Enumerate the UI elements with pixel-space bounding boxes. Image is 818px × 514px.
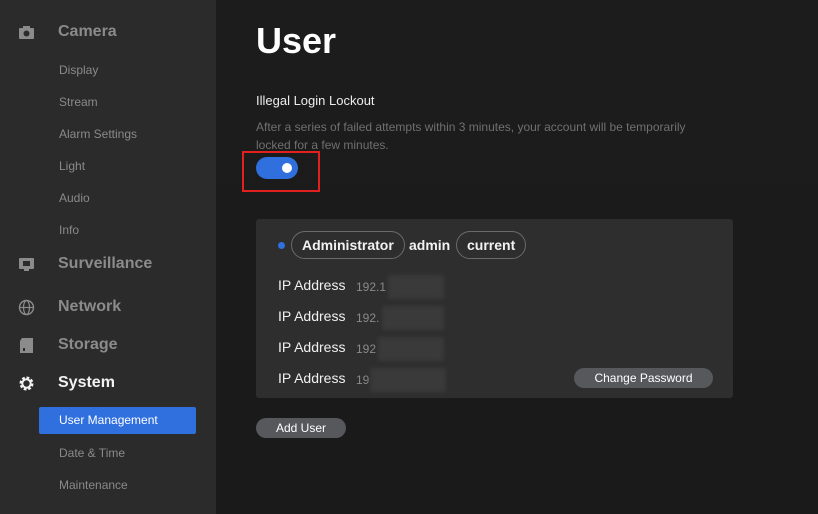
globe-icon: [18, 299, 35, 316]
sidebar-item-alarm-settings[interactable]: Alarm Settings: [59, 125, 137, 143]
sidebar-section-system[interactable]: System: [0, 368, 216, 398]
redaction-blur: [382, 306, 444, 330]
gear-icon: [19, 376, 34, 391]
redaction-blur: [388, 275, 444, 299]
sidebar-item-maintenance[interactable]: Maintenance: [59, 476, 128, 494]
sidebar-item-display[interactable]: Display: [59, 61, 98, 79]
sidebar-section-label: Camera: [58, 23, 117, 40]
highlight-box: [242, 151, 320, 192]
sidebar-item-date-time[interactable]: Date & Time: [59, 444, 125, 462]
ip-value: 19: [356, 373, 370, 387]
sidebar-section-label: Storage: [58, 336, 118, 353]
sidebar-item-user-management[interactable]: User Management: [39, 407, 196, 434]
sidebar-item-light[interactable]: Light: [59, 157, 85, 175]
sidebar-section-network[interactable]: Network: [0, 292, 216, 322]
sidebar-section-storage[interactable]: Storage: [0, 330, 216, 360]
ip-value: 192.1: [356, 280, 387, 294]
ip-label: IP Address: [278, 277, 346, 293]
status-dot: [278, 242, 285, 249]
storage-icon: [20, 338, 33, 353]
sidebar-section-surveillance[interactable]: Surveillance: [0, 249, 216, 279]
sidebar-item-audio[interactable]: Audio: [59, 189, 90, 207]
sidebar-section-camera[interactable]: Camera: [0, 17, 216, 47]
username: admin: [409, 237, 451, 253]
main-content: User Illegal Login Lockout After a serie…: [216, 0, 818, 514]
current-badge: current: [456, 231, 527, 259]
page-title: User: [256, 20, 337, 61]
redaction-blur: [378, 337, 444, 361]
sidebar-item-info[interactable]: Info: [59, 221, 79, 239]
ip-label: IP Address: [278, 370, 346, 386]
ip-label: IP Address: [278, 339, 346, 355]
sidebar-section-label: Network: [58, 298, 122, 315]
user-card: Administrator admin current IP Address 1…: [256, 219, 733, 398]
ip-label: IP Address: [278, 308, 346, 324]
sidebar-section-label: Surveillance: [58, 255, 153, 272]
lockout-title: Illegal Login Lockout: [256, 93, 375, 108]
lockout-description: After a series of failed attempts within…: [256, 120, 686, 152]
ip-value: 192.: [356, 311, 380, 325]
add-user-button[interactable]: Add User: [256, 418, 346, 438]
sidebar-section-label: System: [58, 374, 115, 391]
camera-icon: [19, 26, 34, 39]
ip-value: 192: [356, 342, 377, 356]
redaction-blur: [370, 368, 446, 392]
monitor-icon: [19, 258, 34, 271]
sidebar-item-stream[interactable]: Stream: [59, 93, 98, 111]
change-password-button[interactable]: Change Password: [574, 368, 713, 388]
role-badge: Administrator: [291, 231, 405, 259]
sidebar: Camera Display Stream Alarm Settings Lig…: [0, 0, 216, 514]
